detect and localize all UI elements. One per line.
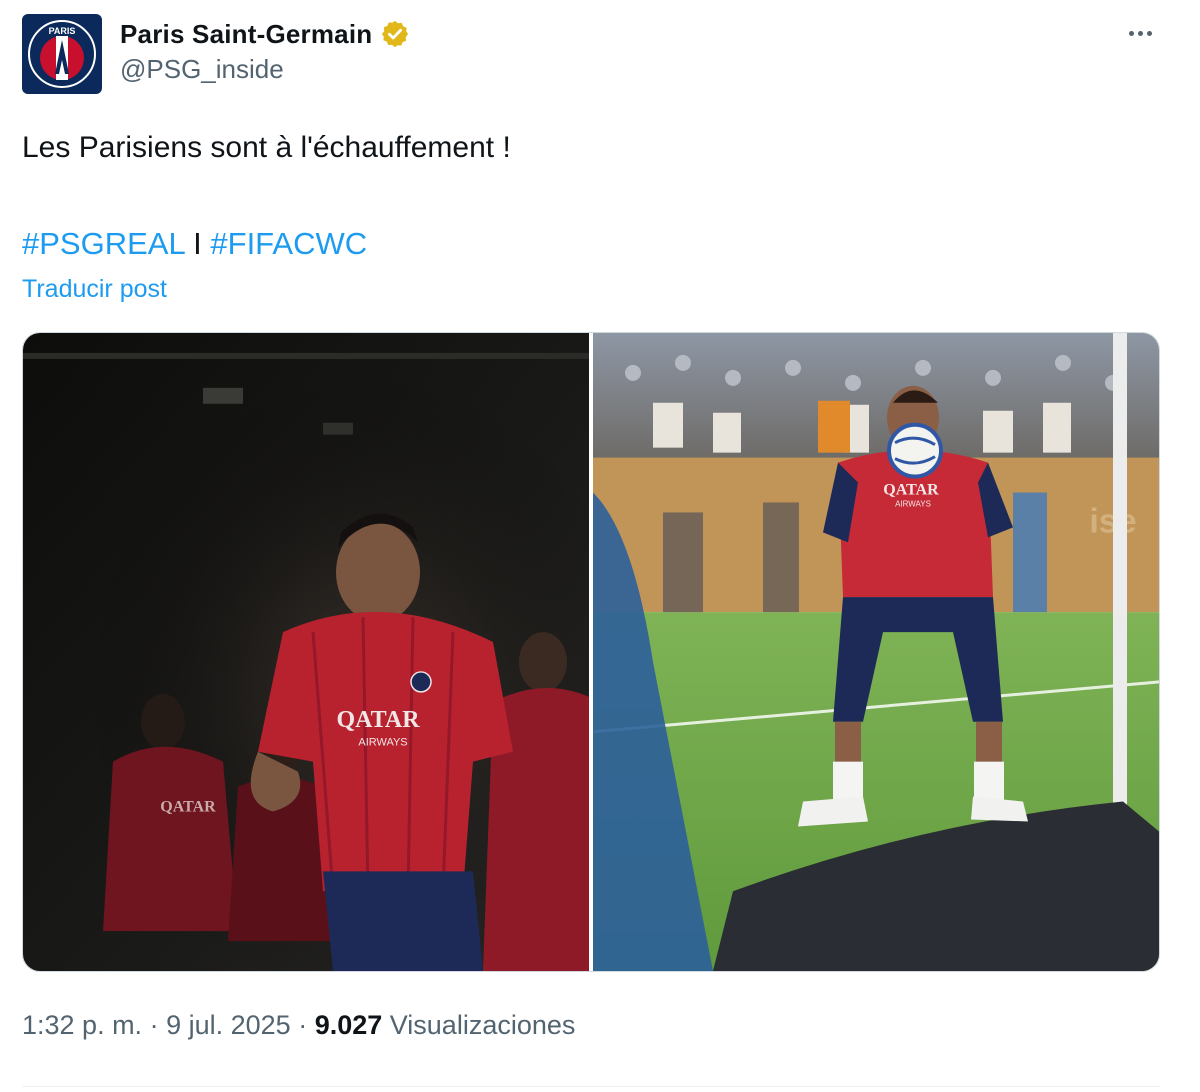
post-date[interactable]: 9 jul. 2025 — [166, 1010, 291, 1040]
tweet-card: PARIS Paris Saint-Germain @PSG_inside Le… — [0, 0, 1200, 1092]
user-handle[interactable]: @PSG_inside — [120, 54, 410, 85]
post-time[interactable]: 1:32 p. m. — [22, 1010, 142, 1040]
psg-logo-icon: PARIS — [28, 20, 96, 88]
right-shirt-sponsor-line2: AIRWAYS — [895, 499, 931, 508]
media-gallery: QATAR AIRWAYS QATAR QATAR AIRWAYS — [22, 332, 1160, 972]
goalkeeper-photo-image: ise — [593, 333, 1159, 971]
translate-post-link[interactable]: Traducir post — [22, 275, 167, 304]
tweet-header: PARIS Paris Saint-Germain @PSG_inside — [22, 14, 410, 94]
more-options-icon[interactable] — [1120, 18, 1160, 48]
photo-player-tunnel[interactable]: QATAR AIRWAYS QATAR — [23, 333, 589, 971]
tunnel-photo-image: QATAR AIRWAYS QATAR — [23, 333, 589, 971]
hashtag-line: #PSGREAL I #FIFACWC — [22, 224, 367, 264]
verified-badge-icon[interactable] — [380, 19, 410, 49]
avatar[interactable]: PARIS — [22, 14, 102, 94]
hashtag-separator: I — [184, 226, 211, 261]
views-label: Visualizaciones — [382, 1010, 576, 1040]
views-count: 9.027 — [314, 1010, 383, 1040]
hashtag-fifacwc[interactable]: #FIFACWC — [210, 226, 367, 261]
left-shirt-sponsor-line2: AIRWAYS — [358, 737, 407, 749]
photo-goalkeeper-warmup[interactable]: ise — [593, 333, 1159, 971]
display-name[interactable]: Paris Saint-Germain — [120, 19, 372, 50]
right-shirt-sponsor-line1: QATAR — [883, 482, 939, 499]
tweet-metadata: 1:32 p. m. · 9 jul. 2025 · 9.027 Visuali… — [22, 1010, 575, 1041]
left-shirt-sponsor-line1: QATAR — [336, 707, 420, 733]
bg-shirt-sponsor-line1: QATAR — [160, 799, 216, 816]
meta-separator: · — [142, 1010, 167, 1040]
tweet-text: Les Parisiens sont à l'échauffement ! — [22, 131, 511, 164]
meta-separator: · — [290, 1010, 315, 1040]
hashtag-psgreal[interactable]: #PSGREAL — [22, 226, 185, 261]
avatar-logo-text: PARIS — [49, 26, 76, 36]
divider — [22, 1086, 1160, 1087]
